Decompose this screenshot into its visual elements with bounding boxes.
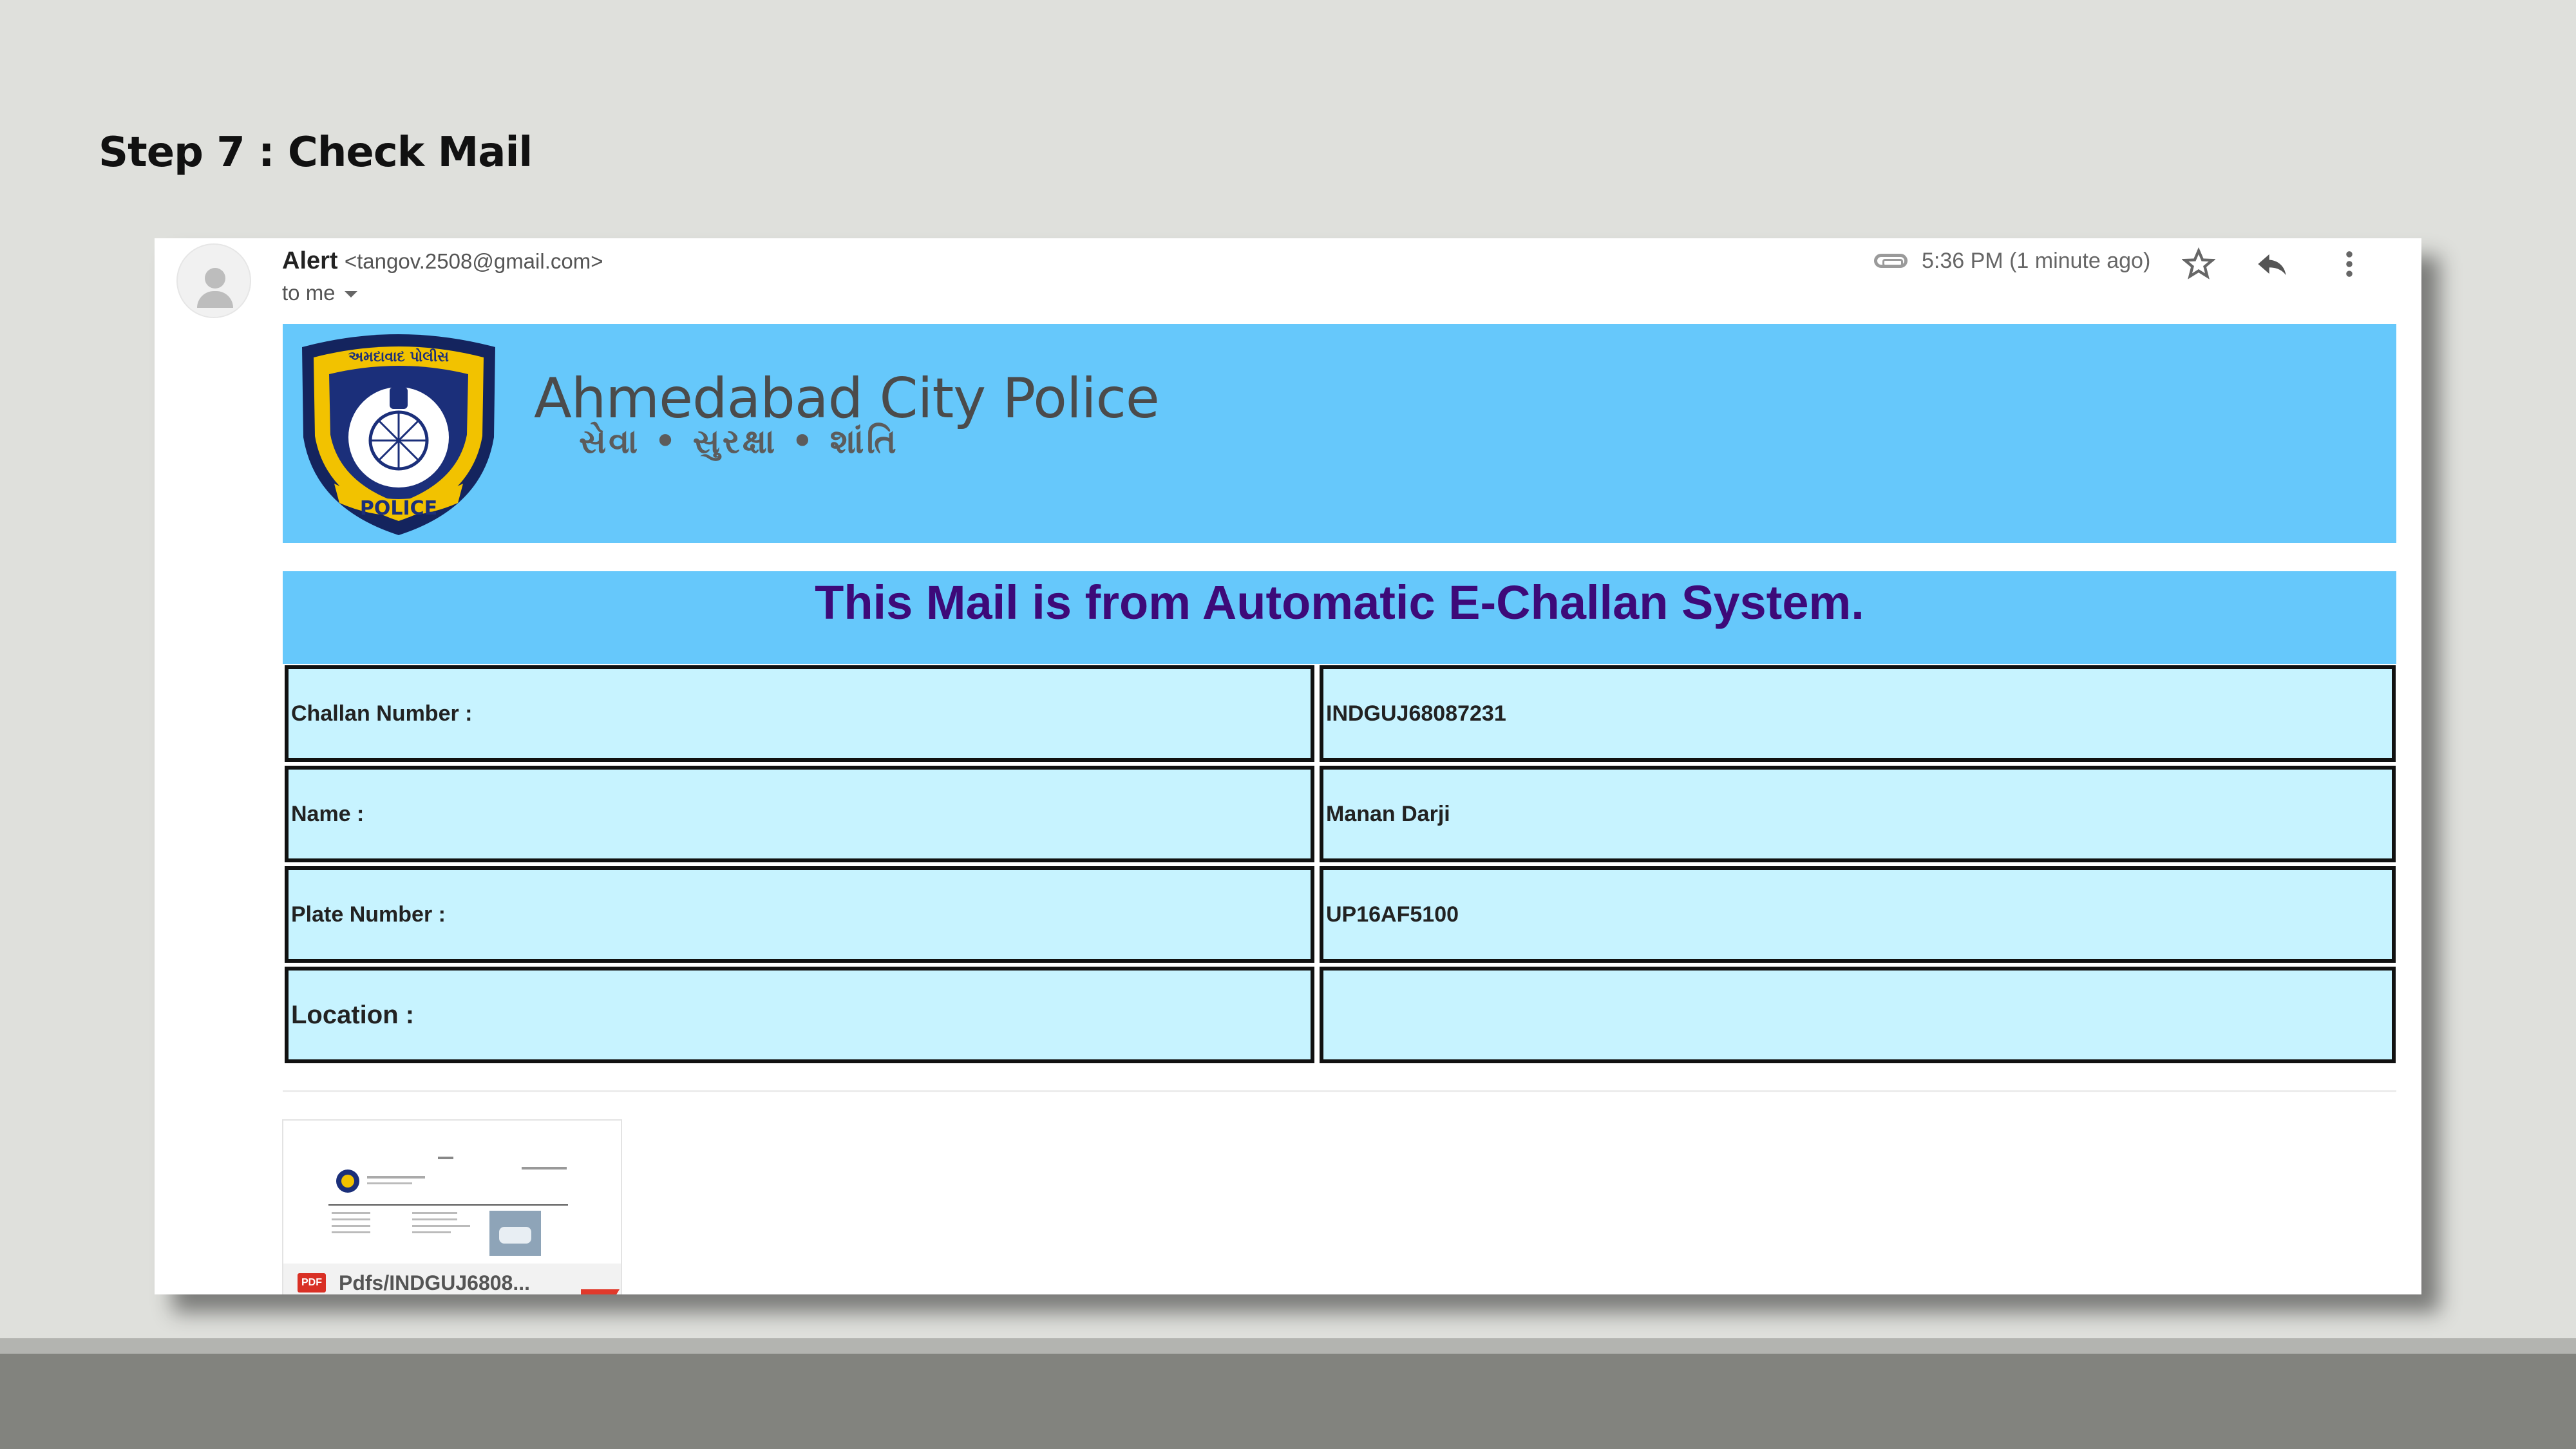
reply-arrow-shape bbox=[2258, 254, 2286, 276]
email-message: Alert <tangov.2508@gmail.com> to me 5:36… bbox=[155, 238, 2421, 1294]
sender-email: <tangov.2508@gmail.com> bbox=[344, 249, 603, 273]
location-label: Location : bbox=[285, 967, 1314, 1063]
slide-title: Step 7 : Check Mail bbox=[99, 129, 533, 176]
message-time: 5:36 PM (1 minute ago) bbox=[1922, 248, 2151, 273]
location-value bbox=[1320, 967, 2396, 1063]
plate-number-label: Plate Number : bbox=[285, 866, 1314, 963]
attachment-thumbnail bbox=[283, 1121, 621, 1256]
attachment-file-name[interactable]: Pdfs/INDGUJ6808... bbox=[339, 1271, 530, 1295]
recipient-label: to me bbox=[282, 281, 336, 305]
footer-bar bbox=[0, 1354, 2576, 1449]
police-banner: POLICE અમદાવાદ પોલીસ Ahmedabad City Poli… bbox=[283, 324, 2396, 543]
attachment-footer: PDF Pdfs/INDGUJ6808... bbox=[283, 1264, 621, 1294]
footer-strip bbox=[0, 1338, 2576, 1354]
reply-icon[interactable] bbox=[2251, 243, 2293, 285]
organization-name: Ahmedabad City Police bbox=[534, 366, 1160, 431]
recipient-dropdown[interactable]: to me bbox=[282, 281, 357, 305]
email-headline: This Mail is from Automatic E-Challan Sy… bbox=[815, 576, 1864, 629]
table-row: Location : bbox=[285, 967, 2396, 1067]
name-value: Manan Darji bbox=[1320, 766, 2396, 862]
chevron-down-icon bbox=[344, 291, 357, 298]
person-avatar-icon[interactable] bbox=[176, 243, 251, 318]
more-vert-icon[interactable] bbox=[2329, 243, 2370, 285]
challan-details-table: Challan Number : INDGUJ68087231 Name : M… bbox=[285, 665, 2396, 1067]
avatar-head-shape bbox=[205, 268, 225, 289]
pdf-icon: PDF bbox=[298, 1273, 326, 1293]
paperclip-icon bbox=[1874, 254, 1908, 268]
table-row: Plate Number : UP16AF5100 bbox=[285, 866, 2396, 967]
badge-bottom-text: POLICE bbox=[360, 497, 437, 520]
badge-top-text: અમદાવાદ પોલીસ bbox=[348, 348, 449, 365]
plate-number-value: UP16AF5100 bbox=[1320, 866, 2396, 963]
table-row: Name : Manan Darji bbox=[285, 766, 2396, 866]
challan-number-value: INDGUJ68087231 bbox=[1320, 665, 2396, 762]
pdf-attachment[interactable]: PDF Pdfs/INDGUJ6808... bbox=[282, 1119, 622, 1294]
message-time-area: 5:36 PM (1 minute ago) bbox=[1874, 245, 2150, 277]
police-badge-logo: POLICE અમદાવાદ પોલીસ bbox=[302, 334, 495, 535]
star-icon[interactable] bbox=[2178, 243, 2219, 285]
more-dots-shape bbox=[2346, 251, 2353, 277]
name-label: Name : bbox=[285, 766, 1314, 862]
challan-number-label: Challan Number : bbox=[285, 665, 1314, 762]
pdf-corner-flag-icon bbox=[581, 1289, 620, 1294]
headline-band: This Mail is from Automatic E-Challan Sy… bbox=[283, 571, 2396, 664]
avatar-body-shape bbox=[197, 291, 233, 308]
organization-motto: સેવા • સુરક્ષા • શાંતિ bbox=[579, 422, 899, 461]
divider bbox=[283, 1090, 2396, 1092]
table-row: Challan Number : INDGUJ68087231 bbox=[285, 665, 2396, 766]
sender-name[interactable]: Alert bbox=[282, 247, 338, 274]
sender-line: Alert <tangov.2508@gmail.com> bbox=[282, 247, 603, 275]
star-shape bbox=[2182, 247, 2215, 279]
